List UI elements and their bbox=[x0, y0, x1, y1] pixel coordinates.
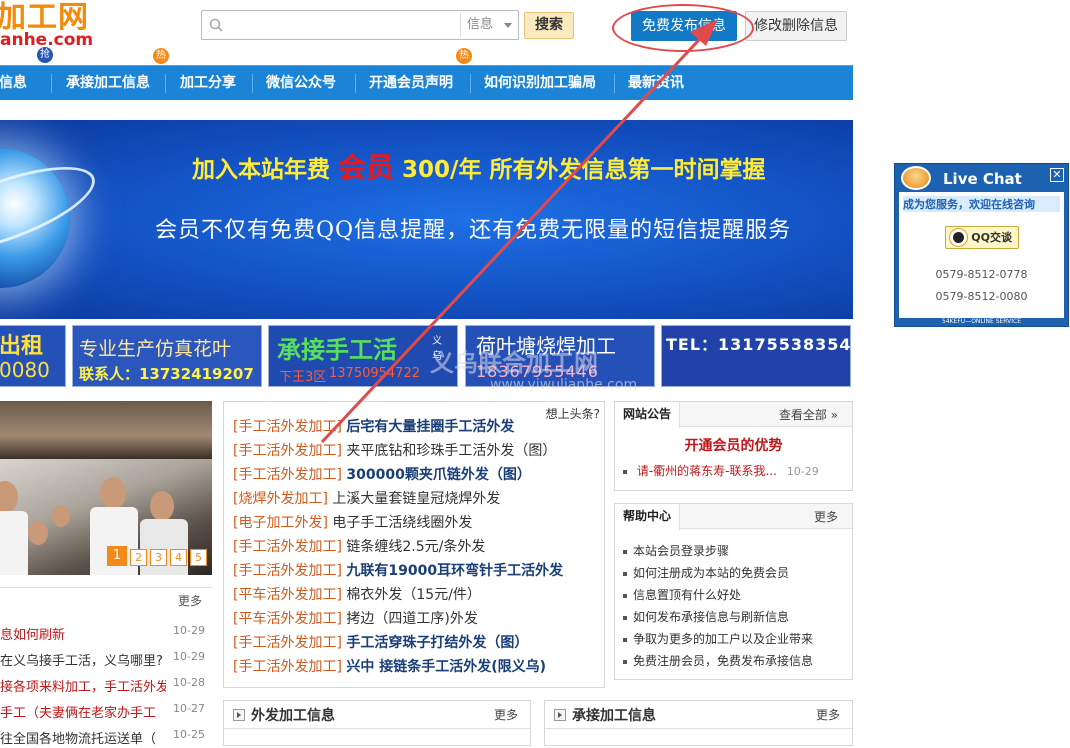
list-item[interactable]: [平车活外发加工] 拷边（四道工序)外发 bbox=[233, 608, 478, 632]
qq-chat-button[interactable]: QQ交谈 bbox=[945, 226, 1019, 249]
banner-subline: 会员不仅有免费QQ信息提醒，还有免费无限量的短信提醒服务 bbox=[155, 218, 792, 243]
list-item[interactable]: [手工活外发加工] 夹平底钻和珍珠手工活外发（图） bbox=[233, 440, 556, 464]
slideshow-page-4[interactable]: 4 bbox=[170, 549, 187, 566]
list-item[interactable]: 如何注册成为本站的免费会员 bbox=[623, 564, 789, 581]
nav-divider bbox=[252, 74, 253, 93]
search-icon bbox=[209, 18, 223, 32]
left-news-list: 更多 息如何刷新 10-29 在义乌接手工活，义乌哪里? 10-29 接各项来料加工… bbox=[0, 587, 212, 748]
phone-number: 0579-8512-0080 bbox=[935, 290, 1028, 303]
left-news-more-link[interactable]: 更多 bbox=[178, 592, 202, 609]
chevron-down-icon bbox=[504, 23, 512, 28]
slideshow-page-1[interactable]: 1 bbox=[107, 546, 127, 566]
nav-item-wechat[interactable]: 微信公众号 bbox=[266, 66, 336, 101]
list-item[interactable]: 息如何刷新 10-29 bbox=[0, 624, 212, 644]
site-watermark-url: www.yiwulianhe.com bbox=[490, 377, 638, 393]
notice-view-all-link[interactable]: 查看全部 » bbox=[779, 406, 838, 423]
site-logo[interactable]: 加工网 anhe.com bbox=[0, 0, 110, 55]
search-category-label: 信息 bbox=[467, 17, 494, 32]
qq-penguin-icon bbox=[950, 229, 967, 246]
slideshow-page-5[interactable]: 5 bbox=[190, 549, 207, 566]
nav-item-undertake[interactable]: 承接加工信息 bbox=[66, 66, 150, 101]
help-center-box: 帮助中心 更多 本站会员登录步骤 如何注册成为本站的免费会员 信息置顶有什么好处… bbox=[614, 503, 853, 680]
grab-badge: 抢 bbox=[37, 47, 53, 63]
banner-headline: 加入本站年费 会员 300/年 所有外发信息第一时间掌握 bbox=[192, 151, 766, 184]
nav-divider bbox=[355, 74, 356, 93]
site-notice-box: 网站公告 查看全部 » 开通会员的优势 请-衢州的蒋东寿-联系我... 10-2… bbox=[614, 401, 853, 491]
outsource-headline-list: 想上头条? [手工活外发加工] 后宅有大量挂圈手工活外发 [手工活外发加工] 夹… bbox=[223, 401, 605, 688]
live-chat-body: 成为您服务，欢迎在线咨询 QQ交谈 0579-8512-0778 0579-85… bbox=[899, 192, 1064, 318]
headset-icon bbox=[901, 166, 931, 190]
nav-item-membership[interactable]: 开通会员声明 bbox=[369, 66, 453, 101]
nav-item-scam-guide[interactable]: 如何识别加工骗局 bbox=[484, 66, 596, 101]
nav-divider bbox=[470, 74, 471, 93]
live-chat-welcome: 成为您服务，欢迎在线咨询 bbox=[903, 196, 1060, 212]
help-header: 帮助中心 更多 bbox=[615, 504, 852, 530]
list-item[interactable]: [手工活外发加工] 手工活穿珠子打结外发（图） bbox=[233, 632, 528, 656]
nav-item-share[interactable]: 加工分享 bbox=[180, 66, 236, 101]
outsource-more-link[interactable]: 更多 bbox=[494, 706, 518, 723]
list-item[interactable]: [手工活外发加工] 300000颗夹爪链外发（图） bbox=[233, 464, 531, 488]
undertake-more-link[interactable]: 更多 bbox=[816, 706, 840, 723]
annotation-ellipse bbox=[612, 4, 754, 52]
list-item[interactable]: [电子加工外发] 电子手工活绕线圈外发 bbox=[233, 512, 472, 536]
nav-divider bbox=[51, 74, 52, 93]
outsource-section: 外发加工信息 更多 bbox=[223, 700, 531, 746]
live-chat-title: Live Chat bbox=[943, 170, 1022, 188]
list-item[interactable]: [平车活外发加工] 棉衣外发（15元/件） bbox=[233, 584, 481, 608]
list-item[interactable]: [手工活外发加工] 链条缠线2.5元/条外发 bbox=[233, 536, 485, 560]
notice-header: 网站公告 查看全部 » bbox=[615, 402, 852, 428]
list-item[interactable]: 往全国各地物流托运送单（ 10-25 bbox=[0, 728, 212, 748]
undertake-section: 承接加工信息 更多 bbox=[544, 700, 853, 746]
list-item[interactable]: [烧焊外发加工] 上溪大量套链皇冠烧焊外发 bbox=[233, 488, 500, 512]
search-input[interactable] bbox=[230, 14, 458, 36]
nav-item-info[interactable]: 信息 bbox=[0, 66, 27, 101]
banner-vip: 会员 bbox=[338, 151, 395, 184]
promo-banner[interactable]: 加入本站年费 会员 300/年 所有外发信息第一时间掌握 会员不仅有免费QQ信息… bbox=[0, 120, 853, 319]
list-item[interactable]: 信息置顶有什么好处 bbox=[623, 586, 741, 603]
hot-badge: 热 bbox=[456, 48, 472, 64]
help-more-link[interactable]: 更多 bbox=[814, 508, 838, 525]
headline-link[interactable]: 想上头条? bbox=[546, 405, 600, 422]
list-item[interactable]: 如何发布承接信息与刷新信息 bbox=[623, 608, 789, 625]
ad-rental[interactable]: 出租 0080 bbox=[0, 325, 66, 387]
arrow-right-icon bbox=[233, 709, 245, 721]
list-item[interactable]: 在义乌接手工活，义乌哪里? 10-29 bbox=[0, 650, 212, 670]
nav-item-news[interactable]: 最新资讯 bbox=[628, 66, 684, 101]
slide-photo-top bbox=[0, 401, 212, 459]
arrow-right-icon bbox=[554, 709, 566, 721]
main-nav: 信息 承接加工信息 加工分享 微信公众号 开通会员声明 如何识别加工骗局 最新资… bbox=[0, 65, 853, 100]
list-item[interactable]: 争取为更多的加工户以及企业带来 bbox=[623, 630, 813, 647]
list-item[interactable]: 手工（夫妻俩在老家办手工 10-27 bbox=[0, 702, 212, 722]
list-item[interactable]: [手工活外发加工] 九联有19000耳环弯针手工活外发 bbox=[233, 560, 563, 584]
ad-artificial-flowers[interactable]: 专业生产仿真花叶 联系人：13732419207 bbox=[72, 325, 262, 387]
live-chat-widget: Live Chat ✕ 成为您服务，欢迎在线咨询 QQ交谈 0579-8512-… bbox=[894, 163, 1069, 327]
close-icon[interactable]: ✕ bbox=[1050, 168, 1064, 182]
list-item[interactable]: [手工活外发加工] 兴中 接链条手工活外发(限义乌) bbox=[233, 656, 546, 680]
nav-divider bbox=[614, 74, 615, 93]
notice-headline[interactable]: 开通会员的优势 bbox=[615, 435, 852, 455]
list-item[interactable]: [手工活外发加工] 后宅有大量挂圈手工活外发 bbox=[233, 416, 514, 440]
tab-notice[interactable]: 网站公告 bbox=[615, 402, 681, 428]
live-chat-header[interactable]: Live Chat ✕ bbox=[895, 164, 1068, 192]
list-item[interactable]: 请-衢州的蒋东寿-联系我... 10-29 bbox=[623, 462, 819, 479]
search-category-select[interactable]: 信息 bbox=[460, 13, 518, 37]
section-title: 承接加工信息 bbox=[572, 708, 656, 724]
list-item[interactable]: 免费注册会员，免费发布承接信息 bbox=[623, 652, 813, 669]
section-title: 外发加工信息 bbox=[251, 708, 335, 724]
edit-delete-info-button[interactable]: 修改删除信息 bbox=[745, 11, 847, 41]
tab-help[interactable]: 帮助中心 bbox=[615, 504, 681, 530]
ad-phone[interactable]: TEL：13175538354 bbox=[661, 325, 851, 387]
list-item[interactable]: 本站会员登录步骤 bbox=[623, 542, 729, 559]
phone-number: 0579-8512-0778 bbox=[935, 268, 1028, 281]
search-box: 信息 bbox=[201, 10, 519, 40]
live-chat-footer: 54KEFU—ONLINE SERVICE bbox=[941, 318, 1021, 325]
slideshow-page-3[interactable]: 3 bbox=[150, 549, 167, 566]
hot-badge: 热 bbox=[153, 48, 169, 64]
nav-divider bbox=[165, 74, 166, 93]
search-button[interactable]: 搜索 bbox=[524, 12, 574, 39]
list-item[interactable]: 接各项来料加工，手工活外发 10-28 bbox=[0, 676, 212, 696]
site-watermark: 义乌联合加工网 bbox=[430, 349, 598, 377]
slideshow-page-2[interactable]: 2 bbox=[130, 549, 147, 566]
